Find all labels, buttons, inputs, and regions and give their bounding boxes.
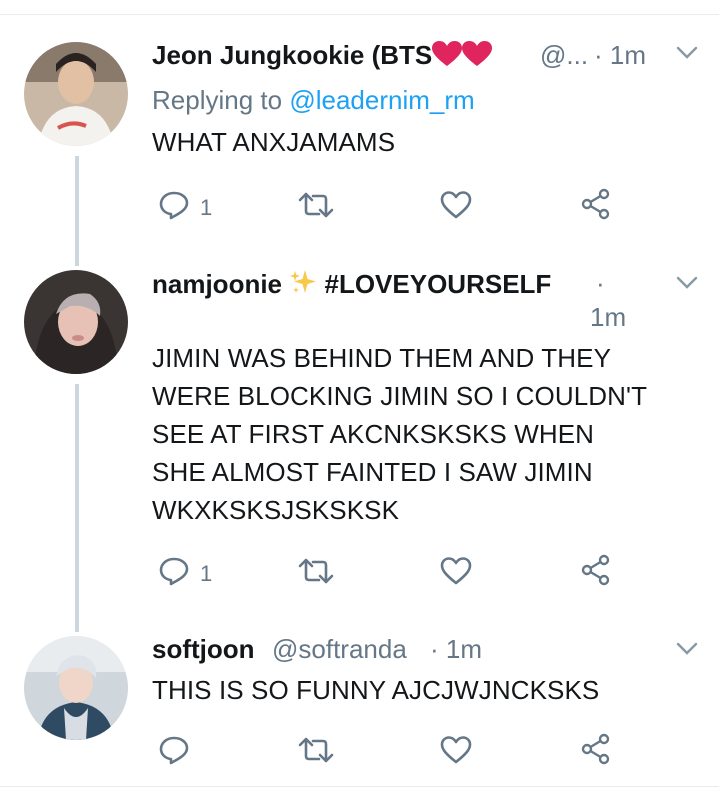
retweet-icon [298,192,334,223]
replying-to-handle[interactable]: @leadernim_rm [289,85,474,115]
retweet-button[interactable] [298,737,344,768]
reply-button[interactable] [158,735,200,770]
tweet-time[interactable]: · 1m [430,634,482,665]
like-button[interactable] [440,735,482,770]
heart-icon [440,735,472,770]
like-button[interactable] [440,556,482,591]
retweet-button[interactable] [298,192,344,223]
reply-button[interactable]: 1 [158,190,212,225]
retweet-icon [298,737,334,768]
share-icon [580,554,612,591]
author-name[interactable]: namjoonie #LOVEYOURSELF [152,268,551,303]
red-heart-emoji [432,41,463,74]
tweet-text-line: JIMIN WAS BEHIND THEM AND THEY [152,343,612,373]
meta-separator: · [596,268,605,298]
chevron-down-icon[interactable] [676,642,698,661]
heart-icon [440,190,472,225]
chevron-down-icon[interactable] [676,46,698,65]
author-name[interactable]: Jeon Jungkookie (BTS [152,40,493,74]
tweet-text-line: SEE AT FIRST AKCNKSKSKS WHEN [152,419,595,449]
share-button[interactable] [580,733,612,770]
reply-button[interactable]: 1 [158,556,212,591]
avatar-jungkook[interactable] [24,42,128,146]
sparkles-emoji [289,268,317,303]
bottom-divider [0,786,719,787]
like-button[interactable] [440,190,482,225]
chevron-down-icon[interactable] [676,276,698,295]
tweet-text-line: SHE ALMOST FAINTED I SAW JIMIN [152,457,593,487]
replying-to: Replying to @leadernim_rm [152,85,475,115]
thread-connector-1 [75,156,79,266]
avatar-softjoon[interactable] [24,636,128,740]
avatar-namjoonie[interactable] [24,270,128,374]
author-name[interactable]: softjoon [152,634,255,665]
thread-connector-2 [75,384,79,632]
tweet-text-line: WKXKSKSJSKSKSK [152,495,400,525]
retweet-button[interactable] [298,558,344,589]
tweet-time[interactable]: 1m [590,302,626,333]
reply-icon [158,556,190,591]
top-divider [0,14,719,15]
heart-icon [440,556,472,591]
share-icon [580,733,612,770]
share-button[interactable] [580,188,612,225]
reply-count: 1 [200,560,213,586]
author-handle[interactable]: @softranda [272,634,407,665]
share-button[interactable] [580,554,612,591]
share-icon [580,188,612,225]
red-heart-emoji [462,41,493,74]
tweet-text: WHAT ANXJAMAMS [152,127,396,157]
reply-count: 1 [200,194,213,220]
tweet-text-line: WERE BLOCKING JIMIN SO I COULDN'T [152,381,648,411]
reply-icon [158,735,190,770]
tweet-text: THIS IS SO FUNNY AJCJWJNCKSKS [152,675,600,705]
retweet-icon [298,558,334,589]
tweet-time[interactable]: · 1m [594,40,646,71]
reply-icon [158,190,190,225]
author-handle[interactable]: @... [540,40,588,71]
